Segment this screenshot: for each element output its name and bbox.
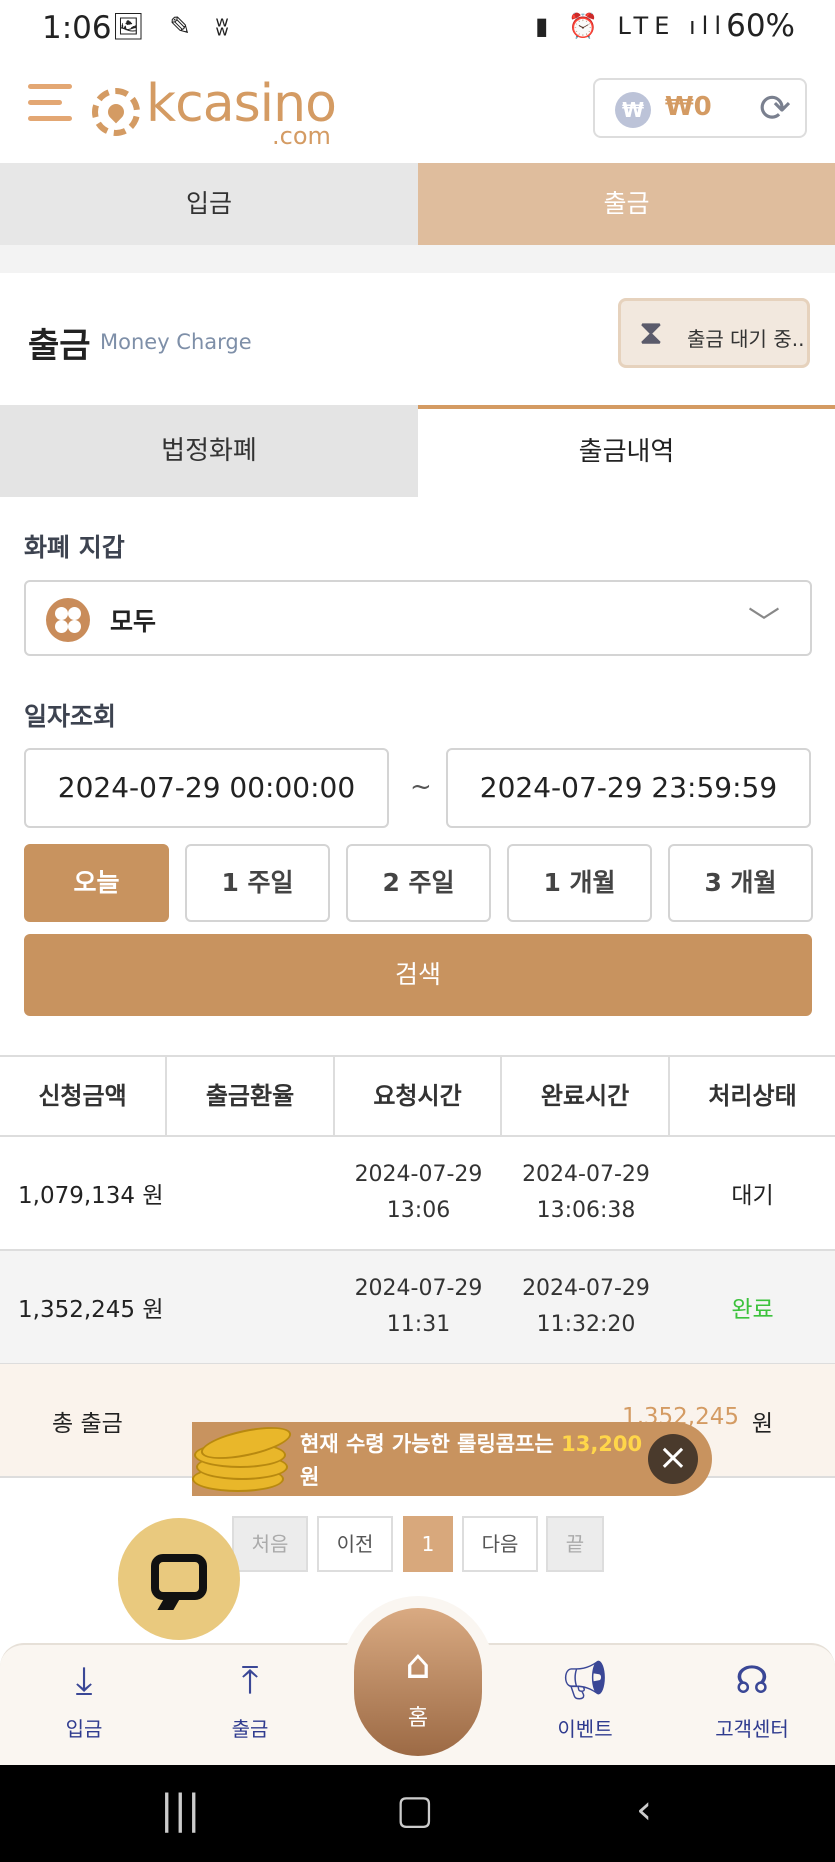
complete-time: 13:06:38: [536, 1198, 636, 1223]
total-label: 총 출금: [52, 1411, 123, 1437]
request-time: 11:31: [386, 1312, 451, 1337]
hourglass-icon: ⧗: [639, 313, 663, 353]
page-title: 출금: [28, 326, 91, 366]
app-header: kcasino .com ₩ ₩0 ⟳: [0, 56, 835, 164]
range-1month-button[interactable]: 1 개월: [507, 844, 652, 922]
menu-icon[interactable]: [28, 84, 72, 130]
tab-fiat[interactable]: 법정화폐: [0, 405, 418, 497]
range-today-button[interactable]: 오늘: [24, 844, 169, 922]
complete-time: 11:32:20: [536, 1312, 636, 1337]
home-system-icon[interactable]: ▢: [396, 1787, 434, 1833]
complete-date: 2024-07-29: [522, 1276, 650, 1301]
request-time-cell: 2024-07-29 13:06: [335, 1137, 502, 1249]
home-icon: ⌂: [405, 1642, 431, 1688]
complete-time-cell: 2024-07-29 11:32:20: [502, 1251, 670, 1363]
rate-cell: [167, 1137, 335, 1249]
date-separator: ~: [410, 772, 432, 802]
close-icon[interactable]: ×: [648, 1434, 698, 1484]
nav-deposit[interactable]: ⤓ 입금: [24, 1657, 144, 1742]
battery-level: 60%: [726, 8, 795, 44]
toast-amount: 13,200: [561, 1432, 643, 1456]
col-amount: 신청금액: [0, 1057, 167, 1135]
nav-event-label: 이벤트: [557, 1717, 613, 1741]
table-row: 1,079,134 원 2024-07-29 13:06 2024-07-29 …: [0, 1137, 835, 1251]
col-rate: 출금환율: [167, 1057, 335, 1135]
page-current-button[interactable]: 1: [403, 1516, 453, 1572]
back-icon[interactable]: ‹: [636, 1787, 652, 1833]
page-last-button[interactable]: 끝: [546, 1516, 604, 1572]
signal-icons: ▮ ⏰ LTE ıll: [535, 12, 727, 40]
nav-withdraw[interactable]: ⤒ 출금: [190, 1657, 310, 1742]
tab-withdraw-history[interactable]: 출금내역: [418, 405, 835, 497]
wallet-select-value: 모두: [110, 607, 157, 636]
nav-home-label: 홈: [407, 1706, 429, 1731]
status-cell: 대기: [731, 1183, 774, 1209]
pending-withdraw-button[interactable]: ⧗ 출금 대기 중..: [618, 298, 810, 368]
amount-cell: 1,352,245 원: [18, 1297, 164, 1323]
toast-prefix: 현재 수령 가능한 롤링콤프는: [300, 1432, 554, 1456]
request-time-cell: 2024-07-29 11:31: [335, 1251, 502, 1363]
rate-cell: [167, 1251, 335, 1363]
page-first-button[interactable]: 처음: [232, 1516, 308, 1572]
request-date: 2024-07-29: [354, 1276, 483, 1301]
pending-label: 출금 대기 중..: [687, 327, 805, 351]
coins-icon: [192, 1416, 294, 1500]
logo[interactable]: kcasino .com: [92, 74, 337, 150]
search-button[interactable]: 검색: [24, 934, 812, 1016]
won-coin-icon: ₩: [615, 92, 651, 128]
deposit-icon: ⤓: [75, 1658, 93, 1702]
page-next-button[interactable]: 다음: [462, 1516, 538, 1572]
end-date-input[interactable]: 2024-07-29 23:59:59: [446, 748, 811, 828]
toast-message: 현재 수령 가능한 롤링콤프는 13,200 원 입니다.: [300, 1428, 660, 1527]
table-row: 1,352,245 원 2024-07-29 11:31 2024-07-29 …: [0, 1251, 835, 1365]
complete-time-cell: 2024-07-29 13:06:38: [502, 1137, 670, 1249]
nav-support[interactable]: ☊ 고객센터: [692, 1657, 812, 1742]
range-2week-button[interactable]: 2 주일: [346, 844, 491, 922]
logo-domain: .com: [272, 122, 331, 150]
status-cell: 완료: [731, 1297, 774, 1323]
col-status: 처리상태: [708, 1082, 797, 1110]
amount-cell: 1,079,134 원: [18, 1183, 164, 1209]
complete-date: 2024-07-29: [522, 1162, 650, 1187]
withdraw-icon: ⤒: [241, 1658, 259, 1702]
request-time: 13:06: [386, 1198, 451, 1223]
nav-deposit-label: 입금: [65, 1717, 103, 1741]
request-date: 2024-07-29: [354, 1162, 483, 1187]
page-prev-button[interactable]: 이전: [317, 1516, 393, 1572]
wallet-label: 화폐 지갑: [24, 533, 125, 562]
headset-icon: ☊: [735, 1658, 769, 1702]
page-subtitle: Money Charge: [100, 330, 252, 354]
system-nav-bar: ||| ▢ ‹: [0, 1765, 835, 1862]
all-wallets-icon: [46, 598, 90, 642]
nav-home[interactable]: ⌂ 홈: [354, 1608, 482, 1756]
range-1week-button[interactable]: 1 주일: [185, 844, 330, 922]
start-date-input[interactable]: 2024-07-29 00:00:00: [24, 748, 389, 828]
col-complete-time: 완료시간: [502, 1057, 670, 1135]
status-bar: 1:06 🖼 ✎ ʬ ▮ ⏰ LTE ıll 60%: [0, 0, 835, 56]
tab-deposit[interactable]: 입금: [0, 163, 418, 245]
nav-event[interactable]: 📢︎ 이벤트: [525, 1657, 645, 1742]
chip-icon: [92, 88, 140, 136]
wallet-select[interactable]: 모두 ﹀: [24, 580, 812, 656]
col-request-time: 요청시간: [335, 1057, 502, 1135]
nav-support-label: 고객센터: [715, 1717, 789, 1741]
notification-icons: 🖼 ✎ ʬ: [112, 12, 237, 42]
nav-withdraw-label: 출금: [231, 1717, 269, 1741]
refresh-icon[interactable]: ⟳: [759, 86, 791, 130]
date-label: 일자조회: [24, 702, 117, 731]
chat-button[interactable]: [118, 1518, 240, 1640]
range-3month-button[interactable]: 3 개월: [668, 844, 813, 922]
chevron-down-icon: ﹀: [747, 604, 780, 642]
table-header: 신청금액 출금환율 요청시간 완료시간 처리상태: [0, 1055, 835, 1137]
balance-box[interactable]: ₩ ₩0 ⟳: [593, 78, 807, 138]
megaphone-icon: 📢︎: [560, 1658, 610, 1702]
divider: [0, 245, 835, 273]
status-time: 1:06: [42, 10, 112, 46]
toast-suffix: 원: [300, 1465, 320, 1489]
total-unit: 원: [751, 1411, 773, 1437]
tab-withdraw[interactable]: 출금: [418, 163, 835, 245]
balance-amount: ₩0: [665, 92, 712, 122]
recent-apps-icon[interactable]: |||: [160, 1787, 200, 1833]
